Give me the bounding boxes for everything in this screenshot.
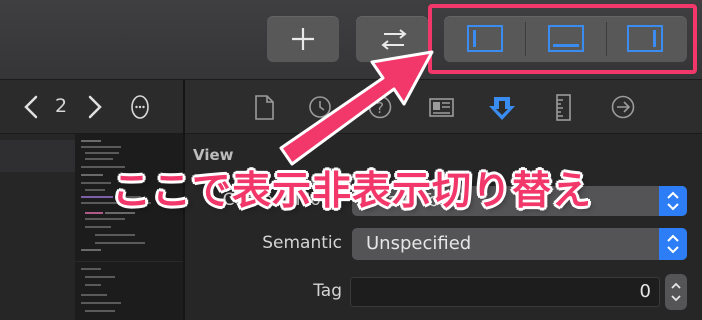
clock-icon[interactable] <box>306 92 334 122</box>
file-icon[interactable] <box>250 92 278 122</box>
attributes-arrow-icon[interactable] <box>488 92 516 122</box>
page-number: 2 <box>54 95 68 117</box>
semantic-value: Unspecified <box>366 233 472 254</box>
tag-field[interactable]: 0 <box>350 277 660 307</box>
popup-arrows-icon <box>659 228 687 260</box>
chevron-left-icon[interactable] <box>20 92 42 122</box>
annotation-text: ここで表示非表示切り替え <box>112 169 593 214</box>
question-icon[interactable]: ? <box>366 92 394 122</box>
more-options-icon[interactable] <box>130 93 150 121</box>
current-line-highlight <box>0 140 75 172</box>
popup-arrows-icon <box>659 186 687 216</box>
plus-icon <box>292 28 314 50</box>
highlight-box <box>428 4 697 74</box>
svg-text:?: ? <box>376 99 384 117</box>
ruler-icon[interactable] <box>549 92 577 122</box>
stepper-arrows-icon <box>671 282 681 302</box>
semantic-popup[interactable]: Unspecified <box>352 228 687 260</box>
window-toolbar <box>0 0 702 80</box>
tag-label: Tag <box>313 281 342 301</box>
arrow-circle-icon[interactable] <box>609 92 637 122</box>
chevron-right-icon[interactable] <box>84 92 106 122</box>
add-library-button[interactable] <box>267 16 339 62</box>
swap-editor-button[interactable] <box>356 16 428 62</box>
semantic-label: Semantic <box>262 233 342 253</box>
id-card-icon[interactable] <box>427 92 455 122</box>
swap-arrows-icon <box>381 29 407 50</box>
tag-stepper[interactable] <box>665 274 687 310</box>
